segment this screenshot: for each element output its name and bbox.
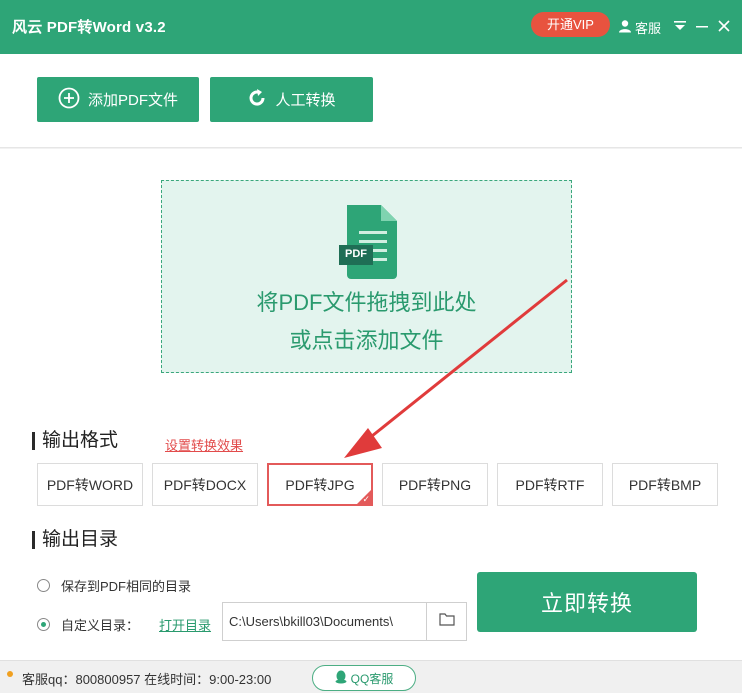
format-option-label: PDF转PNG <box>398 476 472 493</box>
format-option-label: PDF转DOCX <box>163 476 247 493</box>
manual-convert-button[interactable]: 人工转换 <box>210 77 373 122</box>
drop-area: PDF 将PDF文件拖拽到此处 或点击添加文件 <box>0 149 742 410</box>
checkmark-icon: ✓ <box>362 494 370 504</box>
add-circle-icon <box>58 87 80 113</box>
status-bar: 客服qq：800800957 在线时间：9:00-23:00 QQ客服 <box>0 660 742 693</box>
format-option-rtf[interactable]: PDF转RTF <box>497 463 603 506</box>
output-format-title: 输出格式 <box>32 431 118 450</box>
browse-folder-button[interactable] <box>427 602 467 641</box>
drop-hint-secondary: 或点击添加文件 <box>289 328 444 353</box>
custom-dir-option[interactable]: 自定义目录： <box>37 615 139 634</box>
pdf-drop-zone[interactable]: PDF 将PDF文件拖拽到此处 或点击添加文件 <box>161 180 572 373</box>
format-option-jpg[interactable]: PDF转JPG ✓ <box>267 463 373 506</box>
pdf-badge-text: PDF <box>345 248 367 260</box>
status-dot-icon <box>7 671 13 677</box>
conversion-settings-link[interactable]: 设置转换效果 <box>165 435 243 454</box>
format-option-label: PDF转RTF <box>515 476 585 493</box>
qq-service-label: QQ客服 <box>350 671 394 686</box>
custom-dir-radio[interactable] <box>37 618 50 631</box>
refresh-icon <box>247 88 267 112</box>
add-pdf-label: 添加PDF文件 <box>87 92 178 109</box>
folder-icon <box>438 612 455 631</box>
qq-penguin-icon <box>335 670 347 687</box>
customer-service-button[interactable]: 客服 <box>618 17 661 37</box>
support-info-text: 客服qq：800800957 在线时间：9:00-23:00 <box>22 672 272 687</box>
open-vip-button[interactable]: 开通VIP <box>531 12 610 37</box>
same-dir-option[interactable]: 保存到PDF相同的目录 <box>37 576 191 595</box>
same-dir-label: 保存到PDF相同的目录 <box>61 579 192 594</box>
convert-now-button[interactable]: 立即转换 <box>477 572 697 632</box>
output-path-input[interactable] <box>222 602 427 641</box>
user-icon <box>618 19 632 36</box>
format-option-png[interactable]: PDF转PNG <box>382 463 488 506</box>
toolbar: 添加PDF文件 人工转换 <box>0 54 742 148</box>
app-title: 风云 PDF转Word v3.2 <box>12 19 166 36</box>
format-option-label: PDF转BMP <box>628 476 702 493</box>
close-icon[interactable] <box>715 17 733 35</box>
dropdown-menu-icon[interactable] <box>671 17 689 35</box>
format-option-word[interactable]: PDF转WORD <box>37 463 143 506</box>
output-dir-title: 输出目录 <box>32 530 118 549</box>
output-settings: 输出格式 设置转换效果 PDF转WORD PDF转DOCX PDF转JPG ✓ … <box>0 410 742 660</box>
minimize-icon[interactable] <box>693 17 711 35</box>
customer-service-label: 客服 <box>635 20 662 36</box>
custom-dir-label: 自定义目录： <box>61 618 140 633</box>
format-option-docx[interactable]: PDF转DOCX <box>152 463 258 506</box>
pdf-file-icon: PDF <box>339 205 401 284</box>
drop-hint-primary: 将PDF文件拖拽到此处 <box>256 290 477 315</box>
open-directory-link[interactable]: 打开目录 <box>159 615 211 634</box>
format-option-bmp[interactable]: PDF转BMP <box>612 463 718 506</box>
format-option-label: PDF转JPG <box>285 476 355 493</box>
format-option-label: PDF转WORD <box>46 476 134 493</box>
manual-convert-label: 人工转换 <box>275 92 336 109</box>
qq-service-button[interactable]: QQ客服 <box>312 665 416 691</box>
title-bar: 风云 PDF转Word v3.2 开通VIP 客服 <box>0 0 742 54</box>
same-dir-radio[interactable] <box>37 579 50 592</box>
add-pdf-button[interactable]: 添加PDF文件 <box>37 77 199 122</box>
